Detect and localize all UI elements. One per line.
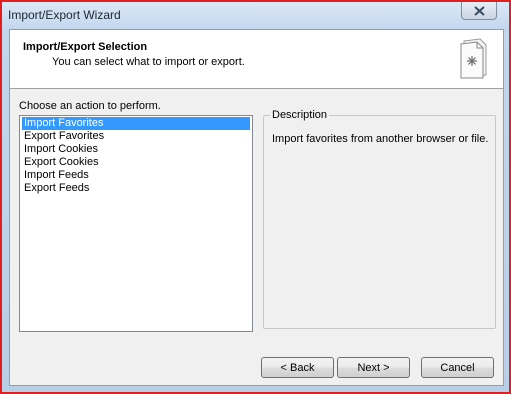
list-item-import-feeds[interactable]: Import Feeds xyxy=(22,169,250,182)
close-icon xyxy=(473,5,485,16)
list-item-import-favorites[interactable]: Import Favorites xyxy=(22,117,250,130)
wizard-document-icon xyxy=(460,38,487,79)
list-item-export-cookies[interactable]: Export Cookies xyxy=(22,156,250,169)
back-button[interactable]: < Back xyxy=(261,357,334,378)
list-item-export-favorites[interactable]: Export Favorites xyxy=(22,130,250,143)
list-item-export-feeds[interactable]: Export Feeds xyxy=(22,182,250,195)
title-bar[interactable]: Import/Export Wizard xyxy=(2,2,509,29)
cancel-button[interactable]: Cancel xyxy=(421,357,494,378)
page-subtitle: You can select what to import or export. xyxy=(52,56,245,68)
action-list[interactable]: Import Favorites Export Favorites Import… xyxy=(19,115,253,332)
window-title: Import/Export Wizard xyxy=(8,8,121,22)
wizard-body: Import/Export Selection You can select w… xyxy=(9,29,504,386)
wizard-header: Import/Export Selection You can select w… xyxy=(10,30,503,89)
wizard-window: Import/Export Wizard Import/Export Selec… xyxy=(0,0,511,394)
page-title: Import/Export Selection xyxy=(23,41,148,53)
description-text: Import favorites from another browser or… xyxy=(272,133,489,145)
description-legend: Description xyxy=(270,109,330,121)
action-list-label: Choose an action to perform. xyxy=(19,100,161,112)
close-button[interactable] xyxy=(461,2,497,20)
list-item-import-cookies[interactable]: Import Cookies xyxy=(22,143,250,156)
next-button[interactable]: Next > xyxy=(337,357,410,378)
description-group: Description Import favorites from anothe… xyxy=(263,109,496,329)
